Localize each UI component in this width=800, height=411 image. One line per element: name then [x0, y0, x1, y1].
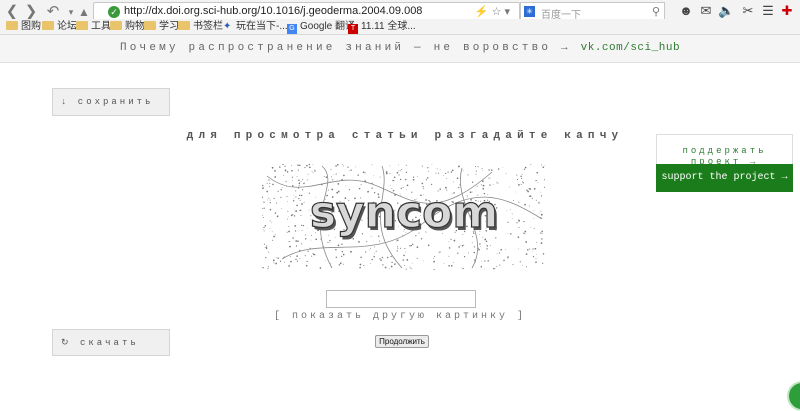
top-banner: Почему распространение знаний — не воров… [0, 35, 800, 63]
folder-icon [178, 21, 190, 30]
search-icon[interactable]: ⚲ [652, 5, 660, 18]
address-tools-icon[interactable]: ⚡☆▾ [475, 5, 513, 18]
scissors-icon[interactable]: ✂ [740, 3, 756, 19]
tmall-icon: T [348, 24, 358, 34]
folder-icon [144, 21, 156, 30]
banner-text: Почему распространение знаний — не воров… [119, 42, 571, 54]
captcha-answer-input[interactable] [326, 290, 476, 308]
bookmark-item[interactable]: ✦ 玩在当下-... [223, 20, 288, 33]
bookmark-item[interactable]: T 11.11 全球... [348, 20, 416, 34]
support-project-button[interactable]: support the project → [656, 164, 793, 192]
support-ru-link[interactable]: поддержать проект → [657, 146, 792, 164]
address-text[interactable]: http://dx.doi.org.sci-hub.org/10.1016/j.… [124, 5, 422, 17]
bookmark-item[interactable]: 工具 [76, 20, 111, 33]
support-panel[interactable]: поддержать проект → [656, 134, 793, 164]
continue-button[interactable]: Продолжить [375, 335, 429, 348]
bookmark-item[interactable]: 书签栏 [178, 20, 223, 33]
bookmark-item[interactable]: 图购 [6, 20, 41, 33]
bookmarks-bar: 图购 论坛 工具 购物 学习 书签栏 ✦ 玩在当下-... G Google 翻译 … [0, 19, 800, 35]
folder-icon [76, 21, 88, 30]
menu-icon[interactable]: ☰ [760, 3, 776, 19]
folder-icon [42, 21, 54, 30]
download-button[interactable]: ↻ скачать [52, 329, 170, 356]
google-icon: G [287, 24, 297, 34]
banner-link[interactable]: vk.com/sci_hub [581, 42, 680, 54]
sound-icon[interactable]: 🔈 [718, 3, 734, 19]
secure-icon: ✓ [108, 6, 120, 18]
bookmark-item[interactable]: 学习 [144, 20, 179, 33]
add-icon[interactable]: ✚ [779, 3, 795, 19]
bookmark-item[interactable]: 购物 [110, 20, 145, 33]
web-icon: ✦ [223, 21, 232, 32]
captcha-image: syncom syncom [262, 164, 545, 270]
folder-icon [110, 21, 122, 30]
save-button[interactable]: ↓ сохранить [52, 88, 170, 116]
bookmark-item[interactable]: 论坛 [42, 20, 77, 33]
captcha-title: для просмотра статьи разгадайте капчу [186, 130, 624, 142]
bookmark-item[interactable]: G Google 翻译 [287, 20, 355, 34]
search-engine-icon[interactable]: ✳ [524, 6, 535, 17]
chat-icon[interactable]: ☻ [678, 3, 694, 19]
another-picture-link[interactable]: [ показать другую картинку ] [200, 311, 600, 322]
mail-icon[interactable]: ✉ [698, 3, 714, 19]
captcha-text: syncom [310, 187, 498, 238]
chat-widget-icon[interactable] [787, 381, 800, 411]
folder-icon [6, 21, 18, 30]
